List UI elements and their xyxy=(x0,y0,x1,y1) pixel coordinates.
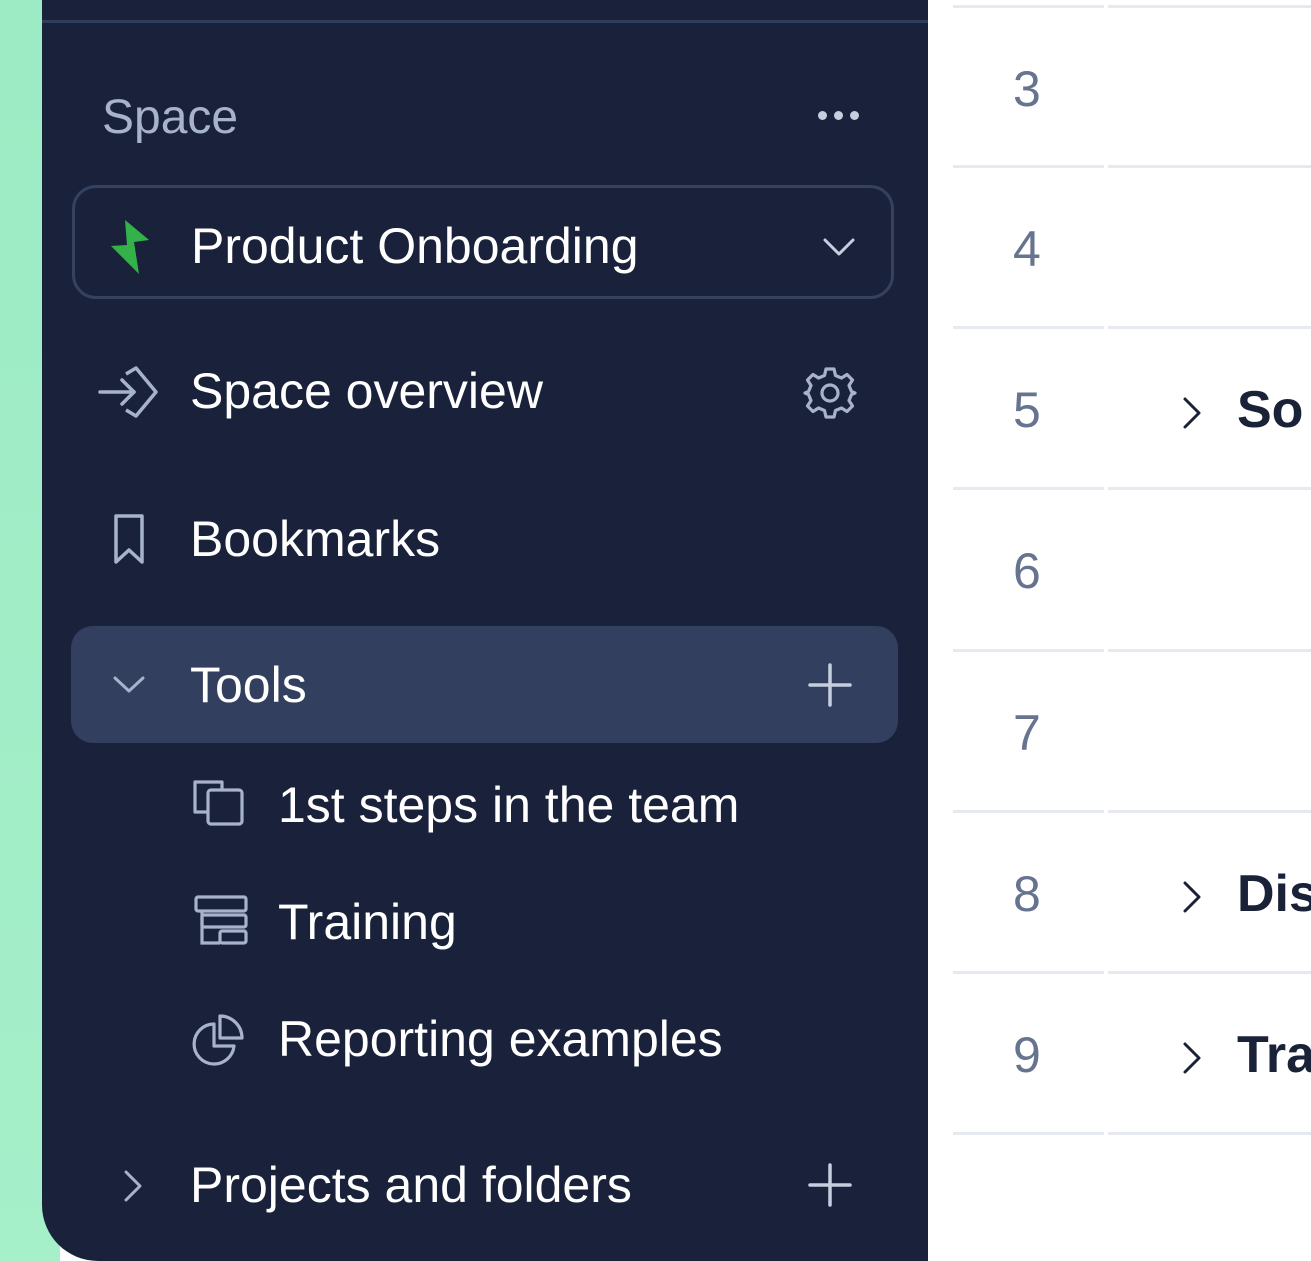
divider xyxy=(42,20,928,23)
chevron-down-icon[interactable] xyxy=(107,666,151,702)
row-number: 4 xyxy=(1013,221,1041,277)
divider xyxy=(953,1132,1311,1135)
table-row[interactable]: 8 Dis xyxy=(953,813,1311,974)
sidebar-item-space-overview[interactable]: Space overview xyxy=(72,336,898,446)
row-title[interactable]: Tra xyxy=(1237,1024,1311,1086)
row-number: 8 xyxy=(1013,866,1041,922)
chevron-right-icon[interactable] xyxy=(1175,1038,1207,1078)
table-row[interactable]: 6 xyxy=(953,490,1311,651)
pie-chart-icon xyxy=(190,1008,250,1068)
table-row[interactable]: 7 xyxy=(953,652,1311,813)
sidebar-item-reporting-examples[interactable]: Reporting examples xyxy=(190,990,890,1090)
table: 3 4 5 So 6 7 8 Dis 9 Tra xyxy=(953,0,1311,1261)
row-number: 7 xyxy=(1013,705,1041,761)
sidebar-item-bookmarks[interactable]: Bookmarks xyxy=(72,484,898,594)
sidebar: Space Product Onboarding Space overview xyxy=(42,0,928,1261)
add-icon[interactable] xyxy=(805,660,855,710)
sidebar-item-label: Tools xyxy=(190,657,307,713)
row-number: 5 xyxy=(1013,382,1041,438)
sidebar-item-label: Bookmarks xyxy=(190,511,441,567)
sidebar-item-label: Reporting examples xyxy=(278,1011,723,1067)
table-icon xyxy=(190,891,250,951)
sidebar-item-training[interactable]: Training xyxy=(190,873,890,973)
chevron-right-icon[interactable] xyxy=(1175,877,1207,917)
table-row[interactable]: 4 xyxy=(953,168,1311,329)
more-options-icon[interactable] xyxy=(808,100,868,130)
chevron-right-icon[interactable] xyxy=(1175,393,1207,433)
table-row[interactable]: 9 Tra xyxy=(953,974,1311,1135)
table-row[interactable]: 3 xyxy=(953,8,1311,169)
sidebar-item-label: 1st steps in the team xyxy=(278,777,740,833)
cards-icon xyxy=(190,774,250,834)
row-title[interactable]: Dis xyxy=(1237,863,1311,925)
row-number: 3 xyxy=(1013,61,1041,117)
chevron-right-icon[interactable] xyxy=(114,1164,150,1208)
row-number: 9 xyxy=(1013,1027,1041,1083)
row-title[interactable]: So xyxy=(1237,379,1303,441)
column-divider xyxy=(1104,0,1108,1140)
sidebar-item-label: Projects and folders xyxy=(190,1157,632,1213)
add-icon[interactable] xyxy=(805,1160,855,1210)
sidebar-item-1st-steps[interactable]: 1st steps in the team xyxy=(190,756,890,856)
bookmark-icon xyxy=(96,510,160,570)
table-row[interactable]: 5 So xyxy=(953,329,1311,490)
arrow-right-icon xyxy=(96,362,160,422)
chevron-down-icon xyxy=(819,228,859,264)
sidebar-item-label: Space overview xyxy=(190,363,543,419)
space-selector[interactable]: Product Onboarding xyxy=(72,185,894,299)
sidebar-item-label: Training xyxy=(278,894,457,950)
gear-icon[interactable] xyxy=(800,366,860,420)
lightning-icon xyxy=(107,218,153,276)
space-name: Product Onboarding xyxy=(191,218,639,274)
sidebar-item-tools[interactable]: Tools xyxy=(71,626,898,743)
space-section-label: Space xyxy=(102,91,239,144)
row-number: 6 xyxy=(1013,543,1041,599)
